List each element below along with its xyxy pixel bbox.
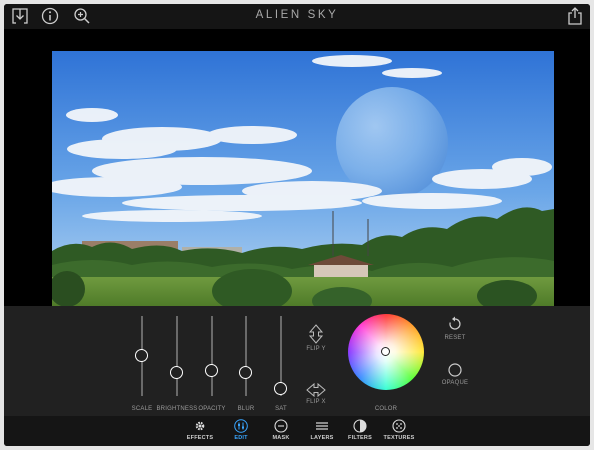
slider-track (245, 316, 247, 396)
tab-edit[interactable]: EDIT (221, 419, 261, 445)
slider-knob[interactable] (135, 349, 148, 362)
tab-filters[interactable]: FILTERS (340, 419, 380, 445)
color-label: COLOR (374, 406, 398, 412)
blur-slider[interactable] (239, 316, 253, 396)
tab-mask[interactable]: MASK (261, 419, 301, 445)
sliders-icon (234, 419, 248, 433)
color-picker-handle[interactable] (381, 347, 390, 356)
share-icon[interactable] (565, 6, 585, 26)
blur-label: BLUR (237, 406, 255, 412)
sat-slider[interactable] (274, 316, 288, 396)
photo-image (52, 51, 554, 307)
slider-track (211, 316, 213, 396)
opaque-icon (448, 363, 462, 377)
slider-track (176, 316, 178, 396)
edit-panel: SCALE BRIGHTNESS OPACITY BLUR SAT FLIP Y… (4, 306, 590, 416)
app-window: ALIEN SKY SCALE BRIGHTNESS OPACITY BLUR … (4, 4, 590, 446)
top-toolbar: ALIEN SKY (4, 4, 590, 29)
mask-icon (274, 419, 288, 433)
layers-icon (315, 419, 329, 433)
reset-label: RESET (444, 335, 466, 341)
slider-knob[interactable] (205, 364, 218, 377)
filters-icon (353, 419, 367, 433)
sat-label: SAT (275, 406, 287, 412)
tab-layers[interactable]: LAYERS (302, 419, 342, 445)
tab-label: TEXTURES (383, 435, 415, 441)
slider-knob[interactable] (274, 382, 287, 395)
flip-x-button[interactable] (306, 380, 326, 400)
tab-textures[interactable]: TEXTURES (379, 419, 419, 445)
tab-effects[interactable]: EFFECTS (180, 419, 220, 445)
opaque-button[interactable] (447, 362, 463, 378)
tab-label: MASK (272, 435, 290, 441)
tab-label: FILTERS (348, 435, 372, 441)
tab-label: EDIT (234, 435, 248, 441)
tab-label: EFFECTS (186, 435, 214, 441)
brightness-slider[interactable] (170, 316, 184, 396)
opacity-slider[interactable] (205, 316, 219, 396)
slider-knob[interactable] (239, 366, 252, 379)
opaque-label: OPAQUE (441, 380, 469, 386)
app-title: ALIEN SKY (255, 9, 339, 21)
flip-y-label: FLIP Y (306, 346, 326, 352)
photo-canvas[interactable] (52, 51, 554, 307)
color-wheel[interactable] (348, 314, 424, 390)
scale-slider[interactable] (135, 316, 149, 396)
flip-x-label: FLIP X (306, 399, 326, 405)
reset-icon (449, 316, 461, 330)
flip-y-icon (308, 324, 324, 344)
flip-x-icon (306, 382, 326, 398)
tab-label: LAYERS (310, 435, 334, 441)
slider-knob[interactable] (170, 366, 183, 379)
bottom-tab-bar: EFFECTS EDIT MASK LAYERS FILTERS TEXTURE… (4, 416, 590, 446)
flip-y-button[interactable] (306, 324, 326, 344)
gear-icon (193, 419, 207, 433)
reset-button[interactable] (447, 316, 463, 332)
textures-icon (392, 419, 406, 433)
